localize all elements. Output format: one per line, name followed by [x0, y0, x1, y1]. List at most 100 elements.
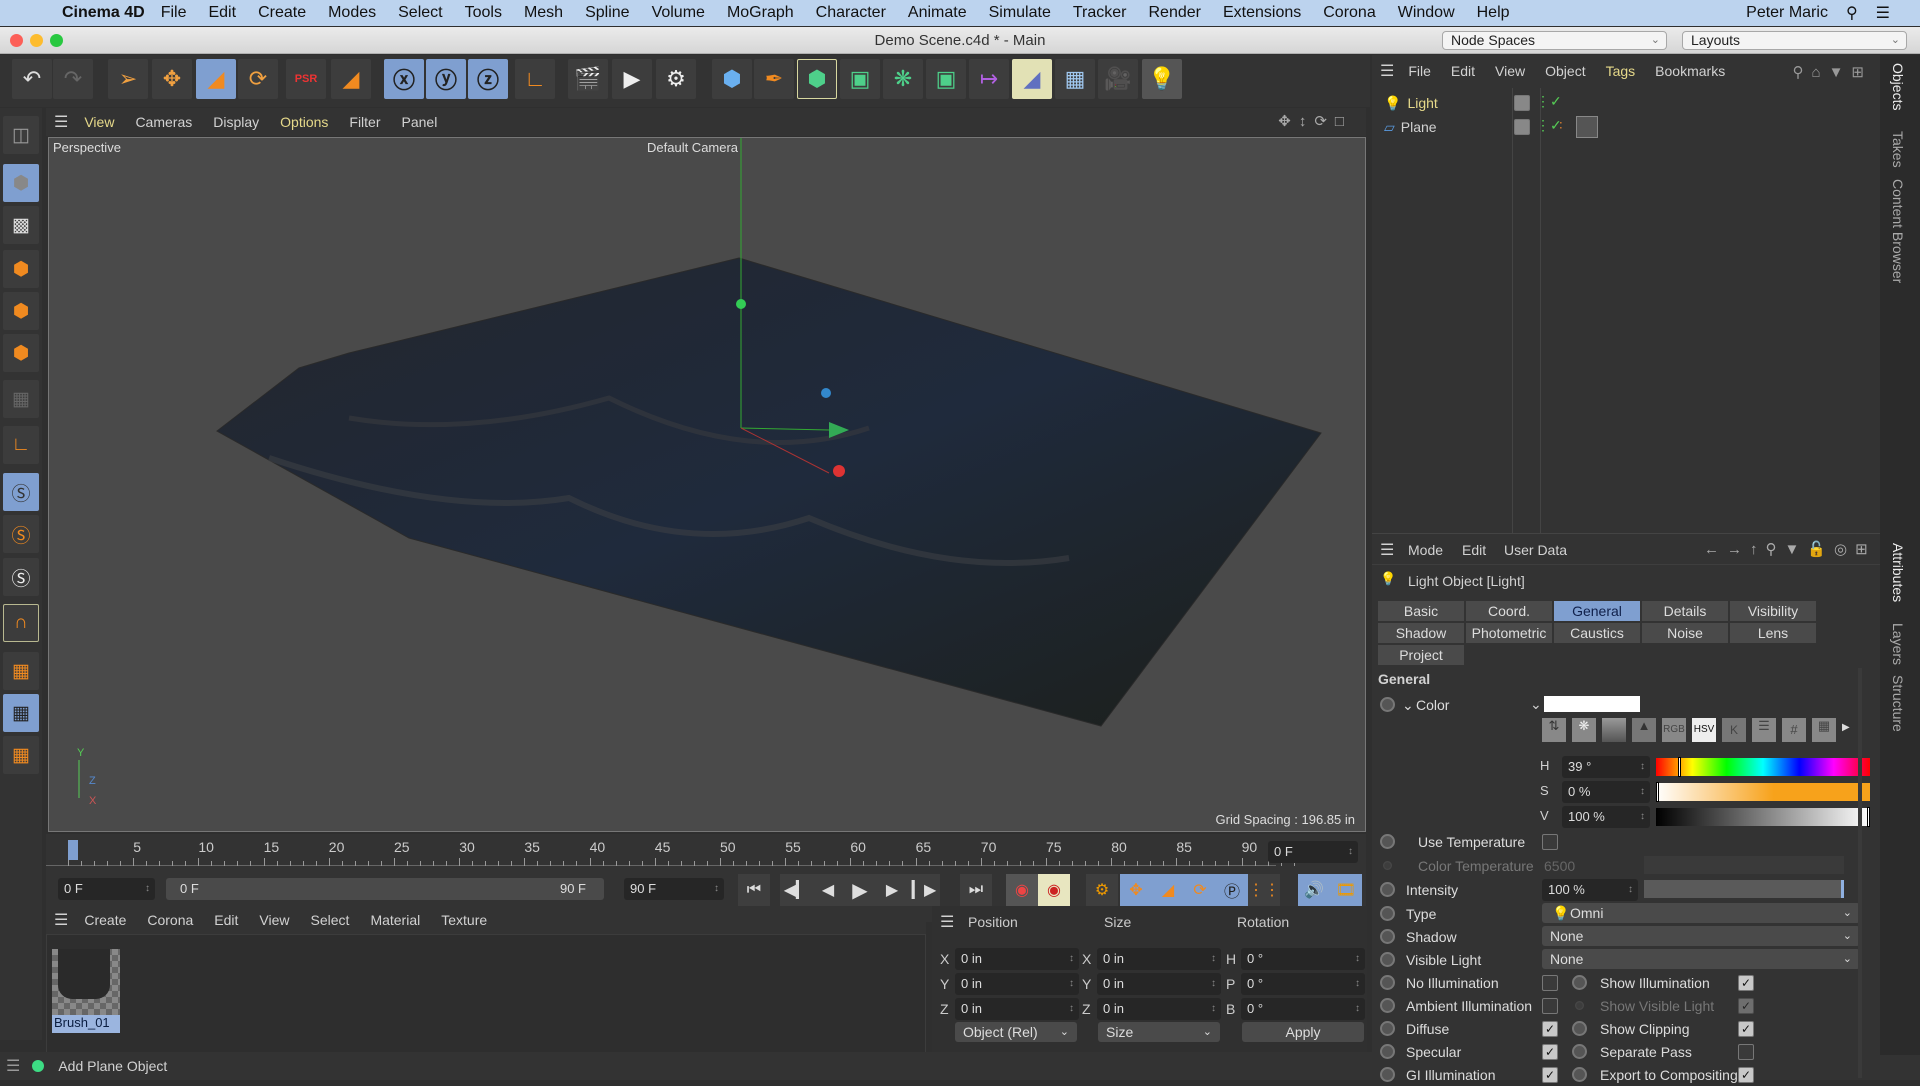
menu-mesh[interactable]: Mesh — [524, 4, 563, 22]
animate-dot[interactable] — [1380, 998, 1395, 1013]
hsv-mode-button[interactable]: HSV — [1692, 718, 1716, 742]
camera-name[interactable]: Default Camera — [647, 140, 738, 155]
spinner-icon[interactable]: ↕ — [1640, 806, 1645, 828]
size-field[interactable]: 0 in ↕ — [1097, 948, 1221, 970]
spinner-icon[interactable]: ↕ — [1069, 973, 1074, 995]
value-slider[interactable] — [1656, 807, 1870, 827]
apply-button[interactable]: Apply — [1242, 1022, 1364, 1042]
animate-dot[interactable] — [1380, 1044, 1395, 1059]
next-frame-button[interactable]: ▶ — [876, 874, 908, 906]
option-checkbox[interactable]: ✓ — [1738, 1021, 1754, 1037]
saturation-slider[interactable] — [1656, 782, 1870, 802]
y-axis-handle[interactable] — [736, 299, 746, 309]
psr-reset-tool[interactable]: PSR — [286, 59, 326, 99]
floor-button[interactable]: ▦ — [1055, 59, 1095, 99]
extrude-button[interactable]: ▣ — [840, 59, 880, 99]
play-button[interactable]: ▶ — [844, 874, 876, 906]
rotation-field[interactable]: 0 ° ↕ — [1241, 948, 1365, 970]
color-swatch[interactable] — [1544, 696, 1640, 712]
tab-coord[interactable]: Coord. — [1466, 601, 1552, 621]
menu-spline[interactable]: Spline — [585, 4, 629, 22]
tab-attributes[interactable]: Attributes — [1890, 543, 1906, 602]
material-menu-create[interactable]: Create — [84, 912, 126, 928]
use-temperature-checkbox[interactable] — [1542, 834, 1558, 850]
more-arrow-icon[interactable]: ▶ — [1842, 722, 1850, 733]
menu-file[interactable]: File — [161, 4, 187, 22]
record-keys-button[interactable]: ◉ — [1006, 874, 1038, 906]
playhead[interactable] — [68, 840, 78, 860]
object-menu-object[interactable]: Object — [1545, 63, 1585, 79]
recent-tool[interactable]: ◢ — [331, 59, 371, 99]
spinner-icon[interactable]: ↕ — [1355, 998, 1360, 1020]
tab-objects[interactable]: Objects — [1890, 63, 1906, 110]
material-menu-edit[interactable]: Edit — [214, 912, 238, 928]
parameter-key-toggle[interactable]: Ⓟ — [1216, 874, 1248, 906]
menu-mograph[interactable]: MoGraph — [727, 4, 794, 22]
animate-dot[interactable] — [1380, 882, 1395, 897]
rgb-mode-button[interactable]: RGB — [1662, 718, 1686, 742]
layouts-select[interactable]: Layouts ⌄ — [1682, 31, 1907, 50]
pen-spline-button[interactable]: ✒ — [754, 59, 794, 99]
hamburger-icon[interactable]: ☰ — [54, 910, 68, 930]
viewport-menu-cameras[interactable]: Cameras — [135, 114, 192, 130]
make-editable-button[interactable]: ◫ — [3, 116, 39, 154]
animate-dot[interactable] — [1380, 1021, 1395, 1036]
intensity-field[interactable]: 100 % ↕ — [1542, 879, 1638, 901]
layer-toggle[interactable] — [1514, 119, 1530, 135]
spinner-icon[interactable]: ↕ — [1069, 948, 1074, 970]
uv-mode-button[interactable]: ▦ — [3, 380, 39, 418]
spinner-icon[interactable]: ↕ — [1628, 879, 1633, 901]
menu-corona[interactable]: Corona — [1323, 4, 1375, 22]
menu-simulate[interactable]: Simulate — [989, 4, 1051, 22]
light-button[interactable]: 💡 — [1142, 59, 1182, 99]
menu-create[interactable]: Create — [258, 4, 306, 22]
position-field[interactable]: 0 in ↕ — [955, 998, 1079, 1020]
tab-photometric[interactable]: Photometric — [1466, 623, 1552, 643]
tab-caustics[interactable]: Caustics — [1554, 623, 1640, 643]
menu-edit[interactable]: Edit — [208, 4, 236, 22]
visible-light-select[interactable]: None ⌄ — [1542, 949, 1860, 969]
node-spaces-select[interactable]: Node Spaces ⌄ — [1442, 31, 1667, 50]
keyframe-selection-button[interactable]: ⚙ — [1086, 874, 1118, 906]
menu-modes[interactable]: Modes — [328, 4, 376, 22]
viewport-menu-view[interactable]: View — [84, 114, 114, 130]
tab-layers[interactable]: Layers — [1890, 623, 1906, 665]
notification-list-icon[interactable]: ☰ — [1876, 3, 1890, 23]
saturation-field[interactable]: 0 % ↕ — [1562, 781, 1650, 803]
render-settings-button[interactable]: ⚙ — [656, 59, 696, 99]
x-axis-handle[interactable] — [833, 465, 845, 477]
layer-toggle[interactable] — [1514, 95, 1530, 111]
solo-single-button[interactable]: Ⓢ — [3, 515, 39, 553]
visibility-check-icon[interactable]: ⋮✓ — [1536, 117, 1562, 134]
spinner-icon[interactable]: ↕ — [145, 878, 150, 900]
tab-structure[interactable]: Structure — [1890, 675, 1906, 732]
spinner-icon[interactable]: ↕ — [1355, 973, 1360, 995]
tab-details[interactable]: Details — [1642, 601, 1728, 621]
size-mode-select[interactable]: Size ⌄ — [1098, 1022, 1220, 1042]
locked-workplane-button[interactable]: ▦ — [3, 694, 39, 732]
object-row-plane[interactable]: ▱ Plane ⋮✓ ∶ — [1384, 115, 1598, 139]
menu-extensions[interactable]: Extensions — [1223, 4, 1301, 22]
undo-button[interactable]: ↶ — [12, 59, 52, 99]
axis-mode-button[interactable]: ∟ — [3, 426, 39, 464]
spinner-icon[interactable]: ↕ — [1640, 781, 1645, 803]
value-slider-handle[interactable] — [1867, 807, 1870, 827]
saturation-slider-handle[interactable] — [1656, 782, 1659, 802]
tab-general[interactable]: General — [1554, 601, 1640, 621]
scale-key-toggle[interactable]: ◢ — [1152, 874, 1184, 906]
spinner-icon[interactable]: ↕ — [1069, 998, 1074, 1020]
camera-button[interactable]: 🎥 — [1098, 59, 1138, 99]
tab-takes[interactable]: Takes — [1890, 131, 1906, 168]
spinner-icon[interactable]: ↕ — [1211, 998, 1216, 1020]
hamburger-icon[interactable]: ☰ — [1380, 540, 1394, 560]
material-swatch[interactable]: Brush_01 — [52, 943, 120, 1033]
spinner-icon[interactable]: ↕ — [1211, 948, 1216, 970]
option-checkbox[interactable] — [1738, 1044, 1754, 1060]
animate-dot[interactable] — [1380, 929, 1395, 944]
object-row-light[interactable]: 💡 Light ⋮✓ — [1384, 91, 1562, 115]
spectrum-icon[interactable] — [1602, 718, 1626, 742]
object-manager-tools-icons[interactable]: ⚲⌂▼⊞ — [1793, 63, 1872, 81]
menu-volume[interactable]: Volume — [652, 4, 705, 22]
viewport-nav-icons[interactable]: ✥↕⟳□ — [1278, 112, 1352, 130]
hamburger-icon[interactable]: ☰ — [1380, 61, 1394, 81]
